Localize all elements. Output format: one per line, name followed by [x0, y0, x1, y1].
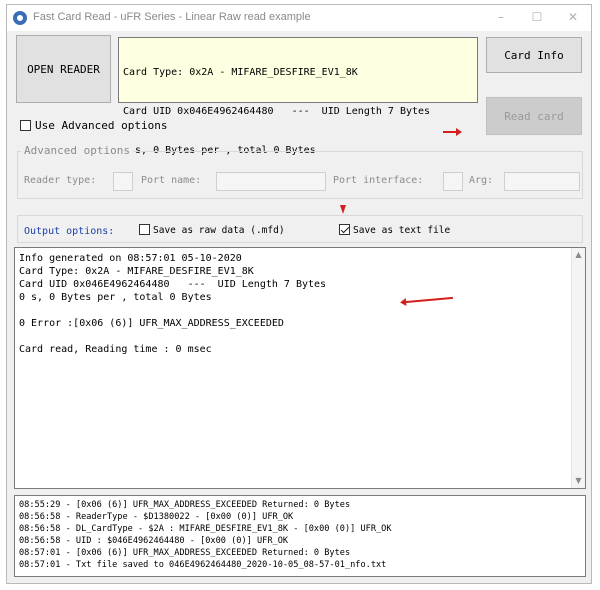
- open-reader-button[interactable]: OPEN READER: [16, 35, 111, 103]
- info-line: Card UID 0x046E4962464480 --- UID Length…: [19, 279, 327, 290]
- log-line: 08:57:01 - Txt file saved to 046E4962464…: [19, 560, 387, 570]
- card-info-label: Card Info: [504, 48, 564, 62]
- info-line: Card Type: 0x2A - MIFARE_DESFIRE_EV1_8K: [19, 266, 254, 277]
- log-line: 08:56:58 - DL_CardType - $2A : MIFARE_DE…: [19, 524, 392, 534]
- info-line: 0 s, 0 Bytes per , total 0 Bytes: [19, 292, 212, 303]
- app-window: Fast Card Read - uFR Series - Linear Raw…: [6, 4, 592, 584]
- minimize-icon[interactable]: –: [491, 8, 511, 26]
- close-icon[interactable]: ✕: [563, 8, 583, 26]
- annotation-arrow-down-icon: [340, 205, 346, 214]
- info-line: Card read, Reading time : 0 msec: [19, 344, 212, 355]
- open-reader-label: OPEN READER: [27, 62, 100, 76]
- log-line: 08:55:29 - [0x06 (6)] UFR_MAX_ADDRESS_EX…: [19, 500, 351, 510]
- info-scrollbar[interactable]: ▲ ▼: [571, 248, 585, 488]
- read-card-button[interactable]: Read card: [486, 97, 582, 135]
- info-line: 0 Error :[0x06 (6)] UFR_MAX_ADDRESS_EXCE…: [19, 318, 284, 329]
- annotation-arrow-right-icon: [443, 128, 462, 136]
- info-text-area[interactable]: Info generated on 08:57:01 05-10-2020 Ca…: [14, 247, 586, 489]
- info-line: [19, 304, 581, 317]
- maximize-icon[interactable]: ☐: [527, 8, 547, 26]
- port-name-field[interactable]: [216, 172, 326, 191]
- info-line: Info generated on 08:57:01 05-10-2020: [19, 253, 242, 264]
- output-options-label: Output options:: [24, 226, 115, 237]
- port-interface-field[interactable]: [443, 172, 463, 191]
- reader-type-field[interactable]: [113, 172, 133, 191]
- title-bar: Fast Card Read - uFR Series - Linear Raw…: [7, 5, 591, 31]
- reader-type-label: Reader type:: [24, 175, 97, 186]
- card-info-line: Card UID 0x046E4962464480 --- UID Length…: [123, 106, 431, 117]
- card-info-line: Card Type: 0x2A - MIFARE_DESFIRE_EV1_8K: [123, 67, 358, 78]
- arg-field[interactable]: [504, 172, 580, 191]
- log-line: 08:56:58 - UID : $046E4962464480 - [0x00…: [19, 536, 289, 546]
- info-text-content: Info generated on 08:57:01 05-10-2020 Ca…: [15, 248, 585, 356]
- port-name-label: Port name:: [141, 175, 202, 186]
- save-raw-label: Save as raw data (.mfd): [153, 225, 285, 236]
- log-content: 08:55:29 - [0x06 (6)] UFR_MAX_ADDRESS_EX…: [15, 496, 585, 571]
- use-advanced-label: Use Advanced options: [35, 119, 168, 132]
- use-advanced-checkbox[interactable]: [20, 120, 31, 131]
- app-logo-icon: [13, 11, 27, 25]
- info-line: [19, 330, 581, 343]
- port-interface-label: Port interface:: [333, 175, 424, 186]
- save-text-label: Save as text file: [353, 225, 451, 236]
- scroll-down-icon[interactable]: ▼: [572, 474, 585, 488]
- log-line: 08:57:01 - [0x06 (6)] UFR_MAX_ADDRESS_EX…: [19, 548, 351, 558]
- window-title: Fast Card Read - uFR Series - Linear Raw…: [33, 11, 311, 23]
- card-info-box: Card Type: 0x2A - MIFARE_DESFIRE_EV1_8K …: [118, 37, 478, 156]
- read-card-label: Read card: [504, 109, 564, 123]
- save-text-checkbox[interactable]: [339, 224, 350, 235]
- advanced-options-title: Advanced options: [21, 144, 133, 157]
- scroll-up-icon[interactable]: ▲: [572, 248, 585, 262]
- log-text-area[interactable]: 08:55:29 - [0x06 (6)] UFR_MAX_ADDRESS_EX…: [14, 495, 586, 577]
- arg-label: Arg:: [469, 175, 494, 186]
- save-raw-checkbox[interactable]: [139, 224, 150, 235]
- log-line: 08:56:58 - ReaderType - $D1380022 - [0x0…: [19, 512, 294, 522]
- card-info-button[interactable]: Card Info: [486, 37, 582, 73]
